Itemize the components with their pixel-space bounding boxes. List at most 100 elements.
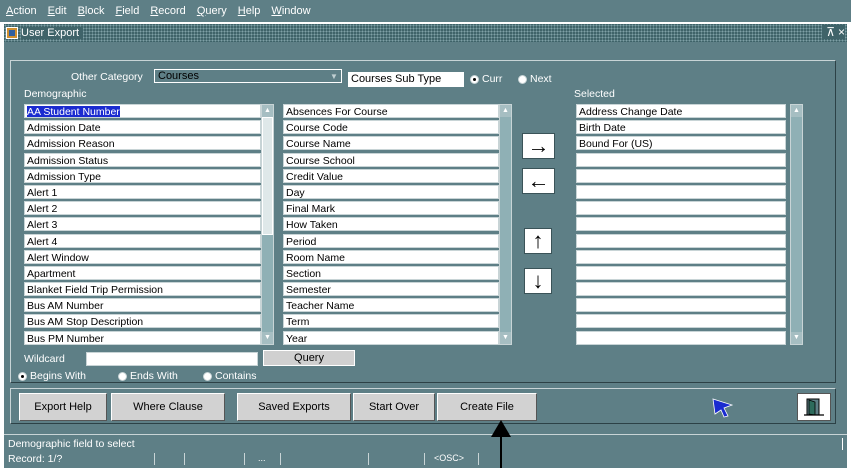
scroll-down-icon[interactable]: ▼ [500, 332, 511, 344]
restore-icon[interactable]: ⊼ [826, 25, 835, 39]
chevron-down-icon[interactable]: ▼ [327, 70, 341, 82]
menu-item[interactable]: Window [271, 5, 310, 17]
menu-item[interactable]: Block [78, 5, 105, 17]
list-item[interactable]: Bound For (US) [576, 136, 786, 151]
list-item[interactable]: Alert Window [24, 249, 261, 264]
list-item[interactable] [576, 282, 786, 297]
radio-ends-with-indicator[interactable] [118, 371, 127, 381]
query-button[interactable]: Query [263, 350, 355, 366]
list-item[interactable]: Credit Value [283, 168, 499, 183]
list-item[interactable]: Birth Date [576, 120, 786, 135]
scroll-up-icon[interactable]: ▲ [262, 105, 273, 117]
menu-item[interactable]: Action [6, 5, 37, 17]
radio-next-indicator[interactable] [518, 74, 527, 84]
list-item[interactable] [576, 201, 786, 216]
list-item[interactable]: Admission Date [24, 120, 261, 135]
scroll-up-icon[interactable]: ▲ [500, 105, 511, 117]
list-item[interactable]: Alert 2 [24, 201, 261, 216]
list-item[interactable]: Final Mark [283, 201, 499, 216]
list-item[interactable]: Blanket Field Trip Permission [24, 282, 261, 297]
move-down-button[interactable]: ↓ [524, 268, 552, 294]
where-clause-button[interactable]: Where Clause [111, 393, 225, 421]
remove-field-button[interactable]: ← [522, 168, 555, 194]
list-item[interactable]: Address Change Date [576, 104, 786, 118]
scroll-up-icon[interactable]: ▲ [791, 105, 802, 117]
export-help-button[interactable]: Export Help [19, 393, 107, 421]
radio-contains-indicator[interactable] [203, 371, 212, 381]
list-item[interactable]: Admission Status [24, 152, 261, 167]
user-export-form: Other Category Courses ▼ Courses Sub Typ… [4, 42, 847, 434]
scroll-thumb[interactable] [262, 117, 273, 235]
create-file-button[interactable]: Create File [437, 393, 537, 421]
window-title: User Export [21, 27, 84, 39]
list-item[interactable]: AA Student Number [24, 104, 261, 118]
list-item[interactable] [576, 314, 786, 329]
list-item[interactable]: Admission Type [24, 168, 261, 183]
list-item[interactable]: Term [283, 314, 499, 329]
menu-item[interactable]: Field [115, 5, 139, 17]
list-item[interactable] [576, 330, 786, 345]
list-item[interactable]: Apartment [24, 265, 261, 280]
list-item[interactable] [576, 233, 786, 248]
course-fields-scrollbar[interactable]: ▲ ▼ [499, 104, 512, 345]
list-item[interactable]: How Taken [283, 217, 499, 232]
list-item[interactable]: Teacher Name [283, 298, 499, 313]
close-icon[interactable]: × [838, 25, 845, 39]
menu-item[interactable]: Edit [48, 5, 67, 17]
radio-next[interactable]: Next [518, 73, 552, 85]
list-item[interactable]: Bus AM Number [24, 298, 261, 313]
other-category-select[interactable]: Courses ▼ [154, 69, 342, 83]
list-item[interactable]: Admission Reason [24, 136, 261, 151]
wildcard-input[interactable] [86, 352, 258, 366]
list-item[interactable] [576, 217, 786, 232]
scroll-down-icon[interactable]: ▼ [791, 332, 802, 344]
list-item[interactable]: Alert 3 [24, 217, 261, 232]
radio-begins-with[interactable]: Begins With [18, 370, 86, 382]
move-up-button[interactable]: ↑ [524, 228, 552, 254]
radio-begins-with-indicator[interactable] [18, 371, 27, 381]
start-over-button[interactable]: Start Over [353, 393, 435, 421]
list-item[interactable] [576, 184, 786, 199]
radio-begins-with-label: Begins With [30, 370, 87, 382]
scroll-down-icon[interactable]: ▼ [262, 332, 273, 344]
pointer-button[interactable] [704, 393, 740, 421]
radio-ends-with[interactable]: Ends With [118, 370, 178, 382]
list-item[interactable]: Bus AM Stop Description [24, 314, 261, 329]
list-item[interactable] [576, 249, 786, 264]
menu-item[interactable]: Help [238, 5, 261, 17]
selected-fields-list[interactable]: Address Change Date Birth Date Bound For (… [576, 104, 786, 347]
list-item[interactable]: Period [283, 233, 499, 248]
course-fields-list[interactable]: Absences For Course Course Code Course Nam… [283, 104, 499, 347]
app-window-icon [6, 27, 18, 39]
status-divider [842, 438, 843, 450]
list-item[interactable]: Section [283, 265, 499, 280]
list-item[interactable]: Course Name [283, 136, 499, 151]
saved-exports-button[interactable]: Saved Exports [237, 393, 351, 421]
add-field-button[interactable]: → [522, 133, 555, 159]
list-item[interactable]: Course Code [283, 120, 499, 135]
list-item[interactable] [576, 152, 786, 167]
radio-curr-indicator[interactable] [470, 74, 479, 84]
exit-button[interactable] [797, 393, 831, 421]
list-item[interactable]: Course School [283, 152, 499, 167]
menu-item[interactable]: Query [197, 5, 227, 17]
selected-scrollbar[interactable]: ▲ ▼ [790, 104, 803, 345]
list-item[interactable]: Year [283, 330, 499, 345]
wildcard-label: Wildcard [24, 353, 65, 365]
list-item[interactable]: Alert 1 [24, 184, 261, 199]
demographic-scrollbar[interactable]: ▲ ▼ [261, 104, 274, 345]
list-item[interactable]: Alert 4 [24, 233, 261, 248]
radio-curr[interactable]: Curr [470, 73, 502, 85]
list-item[interactable]: Room Name [283, 249, 499, 264]
demographic-list[interactable]: AA Student Number Admission Date Admission… [24, 104, 261, 347]
list-item[interactable]: Absences For Course [283, 104, 499, 118]
list-item[interactable] [576, 168, 786, 183]
radio-ends-with-label: Ends With [130, 370, 178, 382]
list-item[interactable] [576, 265, 786, 280]
menu-item[interactable]: Record [150, 5, 185, 17]
list-item[interactable]: Semester [283, 282, 499, 297]
list-item[interactable]: Bus PM Number [24, 330, 261, 345]
list-item[interactable]: Day [283, 184, 499, 199]
radio-contains[interactable]: Contains [203, 370, 256, 382]
list-item[interactable] [576, 298, 786, 313]
